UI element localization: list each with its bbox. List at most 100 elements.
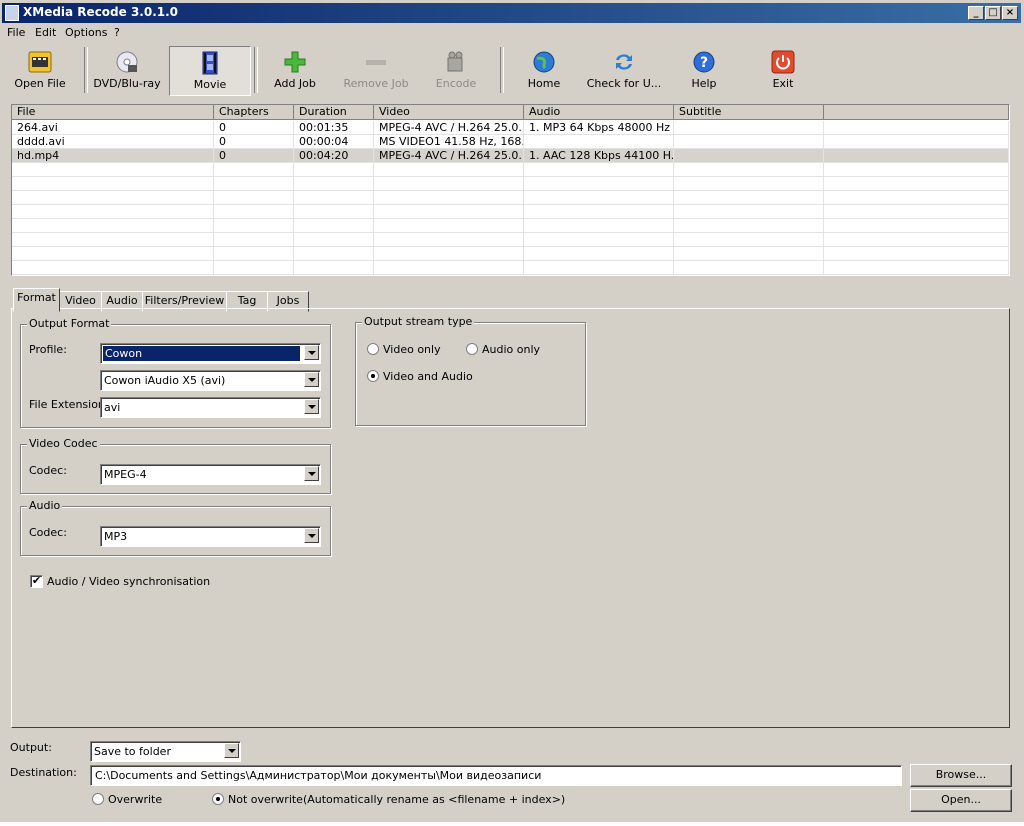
video-codec-select[interactable]: MPEG-4 bbox=[100, 464, 321, 485]
encode-button[interactable]: Encode bbox=[425, 46, 487, 94]
cell-duration bbox=[294, 233, 374, 247]
open-file-button[interactable]: Open File bbox=[8, 46, 72, 94]
cell-subtitle bbox=[674, 163, 824, 177]
file-row[interactable]: 264.avi 0 00:01:35 MPEG-4 AVC / H.264 25.0.… bbox=[12, 121, 1009, 135]
remove-job-button[interactable]: Remove Job bbox=[340, 46, 412, 94]
overwrite-radio[interactable] bbox=[92, 793, 104, 805]
not-overwrite-radio[interactable] bbox=[212, 793, 224, 805]
power-icon bbox=[771, 50, 795, 74]
cell-audio bbox=[524, 177, 674, 191]
maximize-button[interactable]: □ bbox=[985, 6, 1001, 20]
menu-file[interactable]: File bbox=[7, 26, 25, 39]
cell-duration bbox=[294, 205, 374, 219]
av-sync-label: Audio / Video synchronisation bbox=[47, 575, 211, 588]
menu-help[interactable]: ? bbox=[114, 26, 120, 39]
film-folder-icon bbox=[28, 51, 52, 73]
column-header-duration[interactable]: Duration bbox=[294, 105, 374, 120]
cell-video bbox=[374, 191, 524, 205]
title-bar[interactable]: XMedia Recode 3.0.1.0 _ □ × bbox=[2, 3, 1021, 23]
menu-edit[interactable]: Edit bbox=[35, 26, 56, 39]
app-icon bbox=[5, 5, 19, 21]
cell-video bbox=[374, 233, 524, 247]
cell-video: MS VIDEO1 41.58 Hz, 168... bbox=[374, 135, 524, 149]
chevron-down-icon[interactable] bbox=[224, 743, 239, 758]
empty-row bbox=[12, 233, 1009, 247]
chevron-down-icon[interactable] bbox=[304, 466, 319, 481]
video-codec-label: Codec: bbox=[29, 464, 67, 477]
close-button[interactable]: × bbox=[1002, 6, 1018, 20]
cell-file: dddd.avi bbox=[12, 135, 214, 149]
help-icon: ? bbox=[693, 51, 715, 73]
column-header-audio[interactable]: Audio bbox=[524, 105, 674, 120]
home-button[interactable]: Home bbox=[515, 46, 573, 94]
video-only-radio[interactable] bbox=[367, 343, 379, 355]
empty-row bbox=[12, 163, 1009, 177]
open-button[interactable]: Open... bbox=[910, 789, 1012, 812]
cell-duration bbox=[294, 247, 374, 261]
cell-subtitle bbox=[674, 261, 824, 275]
chevron-down-icon[interactable] bbox=[304, 345, 319, 360]
minimize-button[interactable]: _ bbox=[968, 6, 984, 20]
output-select[interactable]: Save to folder bbox=[90, 741, 241, 762]
av-sync-checkbox[interactable]: ✔ bbox=[30, 575, 43, 588]
audio-codec-select[interactable]: MP3 bbox=[100, 526, 321, 547]
output-format-group: Output Format Profile: Cowon Cowon iAudi… bbox=[20, 317, 331, 428]
column-header-video[interactable]: Video bbox=[374, 105, 524, 120]
destination-input[interactable]: C:\Documents and Settings\Администратор\… bbox=[90, 765, 902, 786]
video-codec-legend: Video Codec bbox=[27, 437, 100, 450]
cell-chapters bbox=[214, 233, 294, 247]
destination-value: C:\Documents and Settings\Администратор\… bbox=[95, 769, 542, 782]
column-header-subtitle[interactable]: Subtitle bbox=[674, 105, 824, 120]
column-header-chapters[interactable]: Chapters bbox=[214, 105, 294, 120]
cell-subtitle bbox=[674, 177, 824, 191]
device-select[interactable]: Cowon iAudio X5 (avi) bbox=[100, 370, 321, 391]
cell-file: 264.avi bbox=[12, 121, 214, 135]
refresh-icon bbox=[616, 54, 632, 70]
help-button[interactable]: ? Help bbox=[675, 46, 733, 94]
toolbar-separator bbox=[84, 47, 88, 93]
check-updates-button[interactable]: Check for U... bbox=[586, 46, 662, 94]
cell-filler bbox=[824, 191, 1009, 205]
destination-label: Destination: bbox=[10, 766, 77, 779]
home-label: Home bbox=[527, 77, 561, 90]
cell-audio bbox=[524, 135, 674, 149]
chevron-down-icon[interactable] bbox=[304, 528, 319, 543]
dvd-bluray-button[interactable]: DVD/Blu-ray bbox=[92, 46, 162, 94]
exit-label: Exit bbox=[772, 77, 794, 90]
cell-chapters bbox=[214, 163, 294, 177]
browse-button[interactable]: Browse... bbox=[910, 764, 1012, 787]
video-and-audio-radio[interactable] bbox=[367, 370, 379, 382]
cell-chapters: 0 bbox=[214, 135, 294, 149]
cell-audio bbox=[524, 261, 674, 275]
add-job-button[interactable]: Add Job bbox=[262, 46, 328, 94]
check-updates-label: Check for U... bbox=[586, 77, 662, 90]
cell-file bbox=[12, 191, 214, 205]
audio-only-radio[interactable] bbox=[466, 343, 478, 355]
cell-duration: 00:01:35 bbox=[294, 121, 374, 135]
tab-format[interactable]: Format bbox=[13, 288, 60, 312]
cell-audio bbox=[524, 191, 674, 205]
chevron-down-icon[interactable] bbox=[304, 399, 319, 414]
column-header-file[interactable]: File bbox=[12, 105, 214, 120]
encode-label: Encode bbox=[435, 77, 477, 90]
file-extension-select[interactable]: avi bbox=[100, 397, 321, 418]
chevron-down-icon[interactable] bbox=[304, 372, 319, 387]
file-list[interactable]: File Chapters Duration Video Audio Subti… bbox=[11, 104, 1010, 276]
file-extension-value: avi bbox=[104, 401, 121, 414]
file-row[interactable]: hd.mp4 0 00:04:20 MPEG-4 AVC / H.264 25.0..… bbox=[12, 149, 1009, 163]
exit-button[interactable]: Exit bbox=[754, 46, 812, 94]
cell-file bbox=[12, 177, 214, 191]
empty-row bbox=[12, 177, 1009, 191]
checkmark-icon: ✔ bbox=[31, 574, 42, 587]
cell-file: hd.mp4 bbox=[12, 149, 214, 163]
menu-options[interactable]: Options bbox=[65, 26, 107, 39]
cell-subtitle bbox=[674, 121, 824, 135]
cell-video bbox=[374, 177, 524, 191]
file-row[interactable]: dddd.avi 0 00:00:04 MS VIDEO1 41.58 Hz, 168… bbox=[12, 135, 1009, 149]
profile-select[interactable]: Cowon bbox=[100, 343, 321, 364]
cell-filler bbox=[824, 163, 1009, 177]
cell-chapters bbox=[214, 205, 294, 219]
movie-button[interactable]: Movie bbox=[169, 46, 251, 96]
cell-video bbox=[374, 261, 524, 275]
menu-bar: File Edit Options ? bbox=[0, 24, 1024, 43]
